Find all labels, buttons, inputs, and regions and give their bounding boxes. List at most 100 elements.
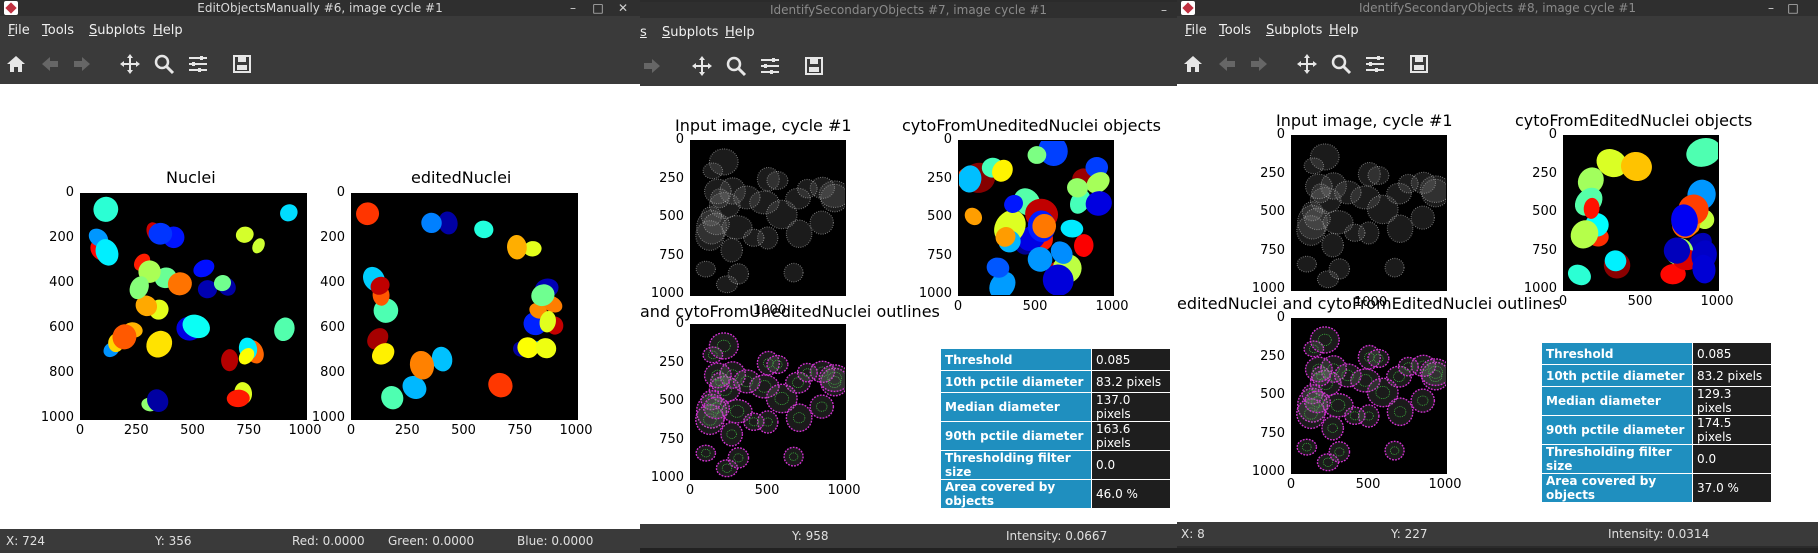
x-tick-label: 1000 [1095, 299, 1129, 314]
menu-subplots[interactable]: Subplots [1266, 23, 1322, 38]
y-tick-label: 750 [1260, 425, 1285, 441]
back-arrow-icon[interactable] [38, 52, 62, 76]
y-tick-label: 1000 [650, 286, 684, 301]
menu-bar: File Tools Subplots Help [0, 16, 640, 44]
edited-nuclei-image[interactable] [351, 193, 578, 420]
menu-subplots[interactable]: Subplots [662, 25, 718, 40]
minimize-button[interactable]: – [1762, 0, 1780, 16]
y-tick-label: 500 [1260, 204, 1285, 219]
y-tick-label: 500 [1260, 387, 1285, 402]
measurement-label: Area covered by objects [1541, 473, 1693, 503]
measurement-value: 0.085 [1692, 342, 1772, 365]
home-icon[interactable] [1181, 52, 1205, 76]
status-intensity: Intensity: 0.0667 [1006, 529, 1108, 543]
cyto-objects-image[interactable] [1563, 135, 1719, 291]
plot-title: editedNuclei [411, 168, 512, 187]
measurement-value: 137.0 pixels [1091, 392, 1171, 422]
y-tick-label: 1000 [650, 470, 684, 485]
status-blue: Blue: 0.0000 [517, 534, 594, 548]
pan-icon[interactable] [118, 52, 142, 76]
maximize-button[interactable]: □ [589, 0, 607, 16]
y-tick-label: 1000 [40, 410, 74, 425]
input-image[interactable] [690, 140, 846, 296]
y-tick-label: 400 [49, 275, 74, 290]
figure-canvas[interactable]: Input image, cycle #1 cytoFromEditedNucl… [1177, 84, 1818, 522]
window-title: EditObjectsManually #6, image cycle #1 [197, 1, 443, 15]
forward-arrow-icon[interactable] [1247, 52, 1271, 76]
window-titlebar[interactable]: IdentifySecondaryObjects #7, image cycle… [640, 2, 1177, 18]
menu-file[interactable]: File [1185, 23, 1207, 38]
zoom-icon[interactable] [152, 52, 176, 76]
menu-bar: s Subplots Help [640, 18, 1177, 46]
measurement-value: 46.0 % [1091, 479, 1171, 509]
x-tick-label: 500 [754, 483, 780, 498]
status-red: Red: 0.0000 [292, 534, 365, 548]
menu-bar: File Tools Subplots Help [1177, 16, 1818, 44]
outlines-image[interactable] [1291, 318, 1447, 474]
back-arrow-icon[interactable] [1215, 52, 1239, 76]
close-button[interactable]: ✕ [614, 0, 632, 16]
measurement-value: 163.6 pixels [1091, 421, 1171, 451]
menu-tools[interactable]: Tools [1219, 23, 1251, 38]
configure-subplots-icon[interactable] [1363, 52, 1387, 76]
measurement-value: 0.0 [1692, 444, 1772, 474]
measurements-table: Threshold 0.085 10th pctile diameter 83.2 p… [1541, 342, 1772, 503]
nuclei-labels-image[interactable] [80, 193, 307, 420]
menu-subplots[interactable]: Subplots [89, 23, 145, 38]
minimize-button[interactable]: – [564, 0, 582, 16]
measurement-value: 129.3 pixels [1692, 386, 1772, 416]
cyto-objects-image[interactable] [958, 140, 1114, 296]
x-tick-label: 250 [394, 423, 420, 438]
table-row: Threshold 0.085 [940, 348, 1171, 371]
x-tick-label: 0 [953, 299, 963, 314]
figure-canvas[interactable]: Input image, cycle #1 cytoFromUneditedNu… [640, 86, 1177, 524]
toolbar [640, 46, 1177, 86]
plot-title: Nuclei [166, 168, 216, 187]
measurement-label: Threshold [1541, 342, 1693, 365]
y-tick-label: 750 [659, 431, 684, 447]
measurement-label: Median diameter [940, 392, 1092, 422]
x-tick-label: 0 [1558, 294, 1568, 309]
configure-subplots-icon[interactable] [186, 52, 210, 76]
forward-arrow-icon[interactable] [640, 54, 664, 78]
menu-tools[interactable]: Tools [42, 23, 74, 38]
zoom-icon[interactable] [724, 54, 748, 78]
save-icon[interactable] [230, 52, 254, 76]
outlines-image[interactable] [690, 324, 846, 480]
x-tick-label: 750 [236, 423, 262, 438]
menu-help[interactable]: Help [1329, 23, 1359, 38]
minimize-button[interactable]: – [1155, 2, 1173, 18]
window-titlebar[interactable]: EditObjectsManually #6, image cycle #1 –… [0, 0, 640, 16]
input-image[interactable] [1291, 135, 1447, 291]
menu-help[interactable]: Help [725, 25, 755, 40]
configure-subplots-icon[interactable] [758, 54, 782, 78]
save-icon[interactable] [1407, 52, 1431, 76]
x-tick-label: 500 [180, 423, 205, 438]
pan-icon[interactable] [1295, 52, 1319, 76]
y-tick-label: 750 [659, 247, 684, 263]
y-tick-label: 1000 [1523, 281, 1557, 296]
x-tick-label: 500 [1355, 477, 1381, 492]
status-y: Y: 958 [792, 529, 829, 543]
y-tick-label: 500 [659, 209, 684, 224]
measurement-value: 83.2 pixels [1692, 364, 1772, 387]
y-tick-label: 250 [1532, 165, 1557, 181]
home-icon[interactable] [4, 52, 28, 76]
table-row: Threshold 0.085 [1541, 342, 1772, 365]
table-row: Median diameter 137.0 pixels [940, 392, 1171, 422]
measurements-table: Threshold 0.085 10th pctile diameter 83.2 p… [940, 348, 1171, 509]
menu-file[interactable]: File [8, 23, 30, 38]
y-tick-label: 0 [65, 185, 74, 200]
pan-icon[interactable] [690, 54, 714, 78]
save-icon[interactable] [802, 54, 826, 78]
plot-title: Input image, cycle #1 [675, 116, 852, 135]
forward-arrow-icon[interactable] [70, 52, 94, 76]
window-titlebar[interactable]: IdentifySecondaryObjects #8, image cycle… [1177, 0, 1818, 16]
figure-canvas[interactable]: Nuclei editedNuclei 0 200 400 600 800 1000 0 20… [0, 84, 640, 529]
maximize-button[interactable]: □ [1784, 0, 1802, 16]
zoom-icon[interactable] [1329, 52, 1353, 76]
menu-tools-partial[interactable]: s [640, 25, 647, 40]
menu-help[interactable]: Help [153, 23, 183, 38]
x-tick-label: 1000 [827, 483, 861, 498]
y-tick-label: 0 [1548, 127, 1557, 142]
